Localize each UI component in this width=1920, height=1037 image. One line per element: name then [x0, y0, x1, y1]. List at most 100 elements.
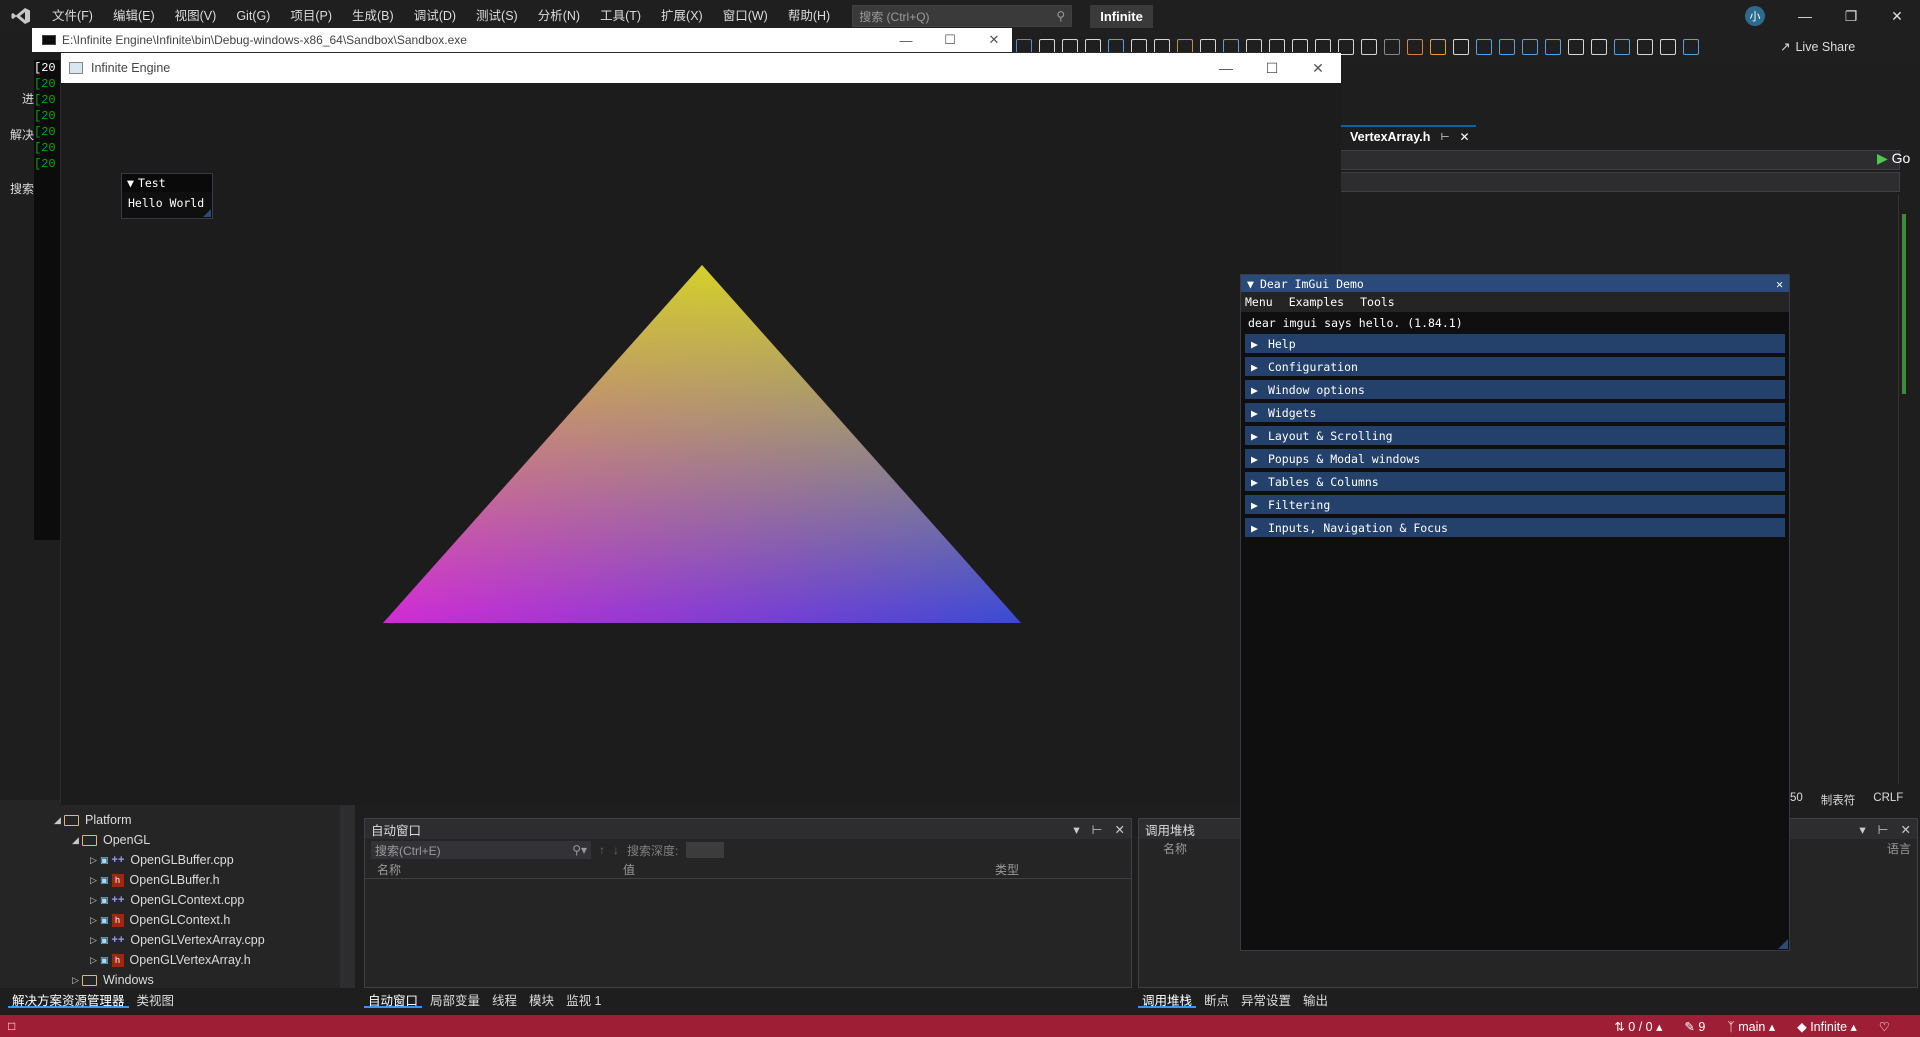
- imgui-test-window[interactable]: ▼ Test Hello World: [121, 173, 213, 219]
- toolbar-button-icon[interactable]: [1430, 39, 1446, 55]
- minimize-button[interactable]: —: [1782, 0, 1828, 32]
- toolbar-button-icon[interactable]: [1476, 39, 1492, 55]
- imgui-collapsing-header[interactable]: ▶ Widgets: [1245, 403, 1785, 422]
- pin-icon[interactable]: ⊢: [1092, 822, 1103, 837]
- collapsed-arrow-icon[interactable]: ▷: [72, 975, 82, 986]
- collapsed-arrow-icon[interactable]: ▷: [90, 875, 100, 886]
- toolbar-button-icon[interactable]: [1637, 39, 1653, 55]
- error-list-icon[interactable]: □: [8, 1019, 15, 1033]
- tree-item[interactable]: ▷ ▣ ++ OpenGLBuffer.cpp: [90, 850, 234, 870]
- tree-item[interactable]: ▷ ▣ h OpenGLBuffer.h: [90, 870, 220, 890]
- collapsed-arrow-icon[interactable]: ▷: [90, 935, 100, 946]
- live-share-button[interactable]: ↗ Live Share: [1780, 39, 1855, 55]
- resize-grip-icon[interactable]: [1778, 939, 1788, 949]
- search-depth-select[interactable]: [686, 842, 725, 858]
- tab-vertexarray-h[interactable]: VertexArray.h ⊢ ✕: [1340, 125, 1476, 147]
- expanded-arrow-icon[interactable]: ◢: [54, 815, 64, 826]
- tree-item[interactable]: ▷ Windows: [72, 970, 154, 990]
- imgui-demo-window[interactable]: ▼ Dear ImGui Demo ✕ Menu Examples Tools de…: [1240, 274, 1790, 951]
- solution-scrollbar[interactable]: [340, 800, 355, 988]
- toolbar-button-icon[interactable]: [1568, 39, 1584, 55]
- notification-bell-icon[interactable]: ♡: [1879, 1019, 1890, 1034]
- tree-item[interactable]: ▷ ▣ ++ OpenGLContext.cpp: [90, 890, 244, 910]
- navigation-dropdown-scope[interactable]: [1340, 150, 1900, 170]
- tree-item[interactable]: ◢ Platform: [54, 810, 132, 830]
- panel-tab[interactable]: 类视图: [133, 988, 179, 1008]
- restore-button[interactable]: ❐: [1828, 0, 1874, 32]
- collapsed-arrow-icon[interactable]: ▷: [90, 895, 100, 906]
- collapsed-arrow-icon[interactable]: ▷: [90, 855, 100, 866]
- panel-tab[interactable]: 自动窗口: [364, 988, 423, 1008]
- close-button[interactable]: ✕: [1874, 0, 1920, 32]
- toolbar-button-icon[interactable]: [1384, 39, 1400, 55]
- close-icon[interactable]: ✕: [1776, 277, 1783, 291]
- panel-tab[interactable]: 断点: [1200, 988, 1233, 1008]
- go-button[interactable]: ▶ Go: [1877, 150, 1910, 167]
- panel-tab[interactable]: 调用堆栈: [1138, 988, 1197, 1008]
- toolbar-button-icon[interactable]: [1660, 39, 1676, 55]
- tree-item[interactable]: ▷ ▣ h OpenGLVertexArray.h: [90, 950, 251, 970]
- chevron-down-icon[interactable]: ▾: [1073, 822, 1079, 837]
- visual-studio-logo-icon[interactable]: [10, 5, 32, 27]
- global-search-box[interactable]: 搜索 (Ctrl+Q) ⚲: [852, 5, 1073, 27]
- navigation-dropdown-member[interactable]: [1340, 172, 1900, 192]
- branch-selector[interactable]: ᛉ main ▴: [1727, 1019, 1775, 1034]
- imgui-collapsing-header[interactable]: ▶ Filtering: [1245, 495, 1785, 514]
- close-tab-icon[interactable]: ✕: [1460, 130, 1470, 144]
- imgui-menu-item[interactable]: Examples: [1289, 295, 1344, 309]
- toolbar-button-icon[interactable]: [1591, 39, 1607, 55]
- console-maximize-button[interactable]: ☐: [928, 28, 972, 52]
- imgui-collapsing-header[interactable]: ▶ Configuration: [1245, 357, 1785, 376]
- arrow-down-icon[interactable]: ↓: [613, 843, 619, 857]
- repo-selector[interactable]: ◆ Infinite ▴: [1797, 1019, 1857, 1034]
- panel-tab[interactable]: 局部变量: [426, 988, 484, 1008]
- console-minimize-button[interactable]: —: [884, 28, 928, 52]
- engine-maximize-button[interactable]: ☐: [1249, 53, 1295, 83]
- line-ending[interactable]: CRLF: [1873, 792, 1903, 810]
- changes-indicator[interactable]: ⇅ 0 / 0 ▴: [1614, 1019, 1662, 1034]
- toolbar-button-icon[interactable]: [1499, 39, 1515, 55]
- pending-edits[interactable]: ✎ 9: [1684, 1019, 1705, 1034]
- toolbar-button-icon[interactable]: [1683, 39, 1699, 55]
- toolbar-button-icon[interactable]: [1545, 39, 1561, 55]
- tree-item[interactable]: ▷ ▣ h OpenGLContext.h: [90, 910, 230, 930]
- console-window-titlebar[interactable]: E:\Infinite Engine\Infinite\bin\Debug-wi…: [32, 28, 1012, 52]
- editor-scrollbar[interactable]: [1898, 194, 1914, 784]
- toolbar-button-icon[interactable]: [1361, 39, 1377, 55]
- resize-grip-icon[interactable]: [203, 209, 211, 217]
- pin-icon[interactable]: ⊢: [1440, 132, 1449, 143]
- panel-tab[interactable]: 线程: [488, 988, 521, 1008]
- pin-icon[interactable]: ⊢: [1878, 822, 1889, 837]
- imgui-menu-item[interactable]: Tools: [1360, 295, 1395, 309]
- imgui-menu-item[interactable]: Menu: [1245, 295, 1273, 309]
- engine-close-button[interactable]: ✕: [1295, 53, 1341, 83]
- toolbar-button-icon[interactable]: [1522, 39, 1538, 55]
- panel-tab[interactable]: 输出: [1299, 988, 1332, 1008]
- arrow-up-icon[interactable]: ↑: [599, 843, 605, 857]
- imgui-collapsing-header[interactable]: ▶ Window options: [1245, 380, 1785, 399]
- collapsed-arrow-icon[interactable]: ▷: [90, 915, 100, 926]
- indent-mode[interactable]: 制表符: [1821, 792, 1856, 810]
- expanded-arrow-icon[interactable]: ◢: [72, 835, 82, 846]
- tree-item[interactable]: ▷ ▣ ++ OpenGLVertexArray.cpp: [90, 930, 265, 950]
- panel-tab[interactable]: 解决方案资源管理器: [8, 988, 129, 1008]
- user-avatar[interactable]: 小: [1745, 6, 1765, 26]
- render-viewport[interactable]: ▼ Test Hello World: [61, 83, 1341, 805]
- toolbar-button-icon[interactable]: [1453, 39, 1469, 55]
- engine-window-titlebar[interactable]: Infinite Engine — ☐ ✕: [61, 53, 1341, 83]
- close-icon[interactable]: ✕: [1115, 822, 1125, 837]
- panel-tab[interactable]: 异常设置: [1237, 988, 1295, 1008]
- imgui-collapsing-header[interactable]: ▶ Help: [1245, 334, 1785, 353]
- imgui-collapsing-header[interactable]: ▶ Layout & Scrolling: [1245, 426, 1785, 445]
- panel-tab[interactable]: 模块: [525, 988, 558, 1008]
- imgui-collapsing-header[interactable]: ▶ Tables & Columns: [1245, 472, 1785, 491]
- autos-search-input[interactable]: 搜索(Ctrl+E) ⚲▾: [371, 841, 591, 859]
- imgui-demo-titlebar[interactable]: ▼ Dear ImGui Demo ✕: [1241, 275, 1789, 292]
- tree-item[interactable]: ◢ OpenGL: [72, 830, 150, 850]
- toolbar-button-icon[interactable]: [1407, 39, 1423, 55]
- console-close-button[interactable]: ✕: [972, 28, 1016, 52]
- toolbar-button-icon[interactable]: [1614, 39, 1630, 55]
- collapse-triangle-icon[interactable]: ▼: [127, 176, 134, 190]
- imgui-collapsing-header[interactable]: ▶ Inputs, Navigation & Focus: [1245, 518, 1785, 537]
- engine-minimize-button[interactable]: —: [1203, 53, 1249, 83]
